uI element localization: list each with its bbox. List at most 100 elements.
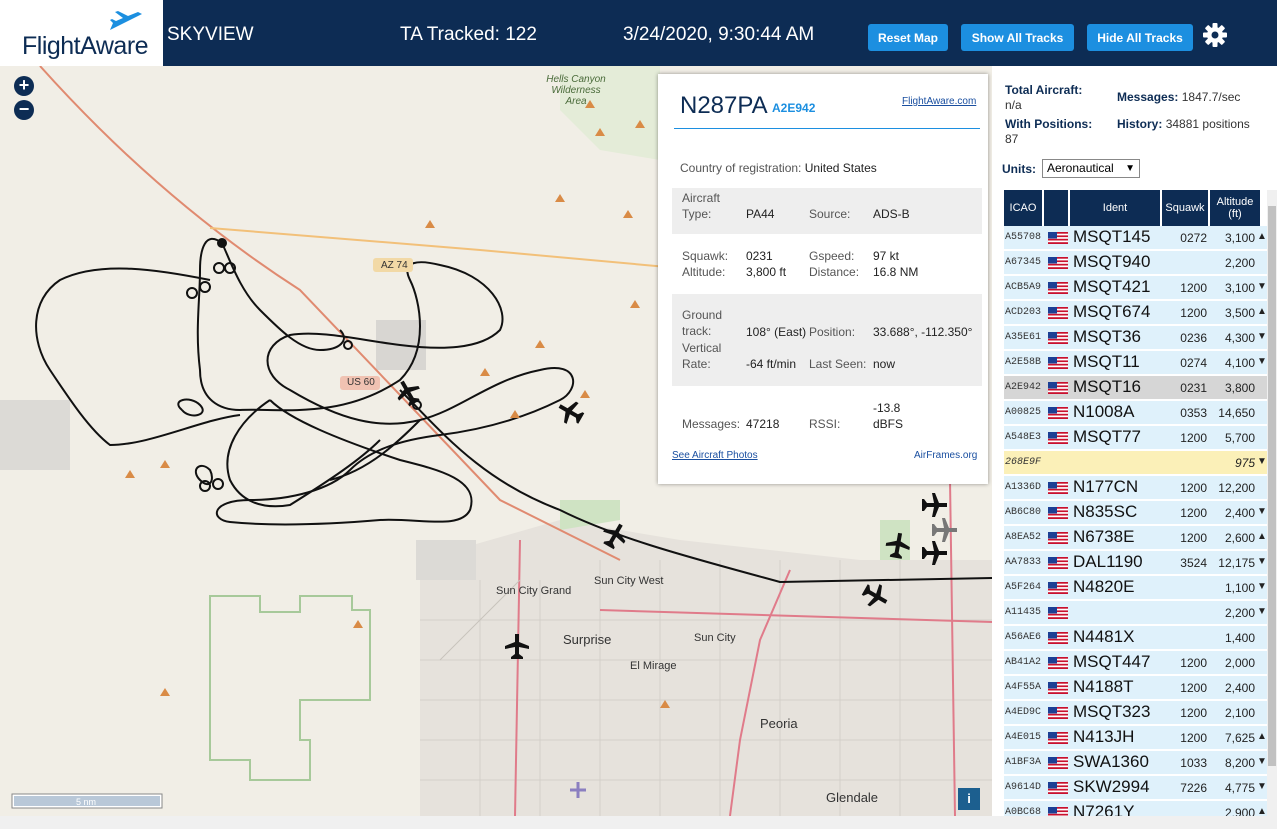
col-icao[interactable]: ICAO (1004, 190, 1042, 226)
skyview-app: FlightAware SKYVIEW TA Tracked: 122 3/24… (0, 0, 1277, 829)
col-squawk[interactable]: Squawk (1162, 190, 1208, 226)
vertical-rate-value: -64 ft/min (746, 357, 797, 371)
row-ident: N4820E (1073, 577, 1135, 596)
row-trend-arrow: ▲ (1257, 306, 1267, 317)
row-ident: N1008A (1073, 402, 1135, 421)
aircraft-type-label: Aircraft Type: (682, 191, 721, 221)
info-button[interactable]: i (958, 788, 980, 810)
row-squawk: 1200 (1180, 306, 1207, 320)
table-row[interactable]: AB6C80 N835SC 1200 2,400 ▼ (1004, 501, 1267, 525)
row-squawk: 0236 (1180, 331, 1207, 345)
row-altitude: 4,300 (1224, 331, 1255, 345)
us-flag-icon (1048, 682, 1068, 694)
table-row[interactable]: A8EA52 N6738E 1200 2,600 ▲ (1004, 526, 1267, 550)
table-row[interactable]: A9614D SKW2994 7226 4,775 ▼ (1004, 776, 1267, 800)
col-flag[interactable] (1044, 190, 1068, 226)
table-row[interactable]: A00825 N1008A 0353 14,650 (1004, 401, 1267, 425)
distance-value: 16.8 NM (873, 265, 919, 279)
table-row[interactable]: AB41A2 MSQT447 1200 2,000 (1004, 651, 1267, 675)
row-altitude: 2,400 (1224, 681, 1255, 695)
row-squawk: 0274 (1180, 356, 1207, 370)
gspeed-value: 97 kt (873, 249, 900, 263)
units-select[interactable]: Aeronautical ▼ (1042, 159, 1140, 178)
total-aircraft-label: Total Aircraft: (1005, 83, 1083, 97)
row-icao: A35E61 (1005, 332, 1042, 343)
table-row[interactable]: ACD203 MSQT674 1200 3,500 ▲ (1004, 301, 1267, 325)
altitude-value: 3,800 ft (746, 265, 787, 279)
map-label-us60: US 60 (347, 377, 375, 388)
table-row[interactable]: A35E61 MSQT36 0236 4,300 ▼ (1004, 326, 1267, 350)
table-row[interactable]: A2E942 MSQT16 0231 3,800 (1004, 376, 1267, 400)
row-ident: N177CN (1073, 477, 1139, 496)
row-squawk: 1200 (1180, 531, 1207, 545)
table-row[interactable]: AA7833 DAL1190 3524 12,175 ▼ (1004, 551, 1267, 575)
distance-label: Distance: (809, 265, 860, 279)
us-flag-icon (1048, 532, 1068, 544)
table-row[interactable]: A4E015 N413JH 1200 7,625 ▲ (1004, 726, 1267, 750)
airframes-link[interactable]: AirFrames.org (914, 450, 977, 461)
table-row[interactable]: A67345 MSQT940 2,200 (1004, 251, 1267, 275)
plane-logo-icon (110, 11, 142, 30)
ground-track-value: 108° (East) (746, 325, 807, 339)
row-icao: A548E3 (1005, 432, 1042, 443)
table-row[interactable]: A56AE6 N4481X 1,400 (1004, 626, 1267, 650)
table-row[interactable]: A11435 2,200 ▼ (1004, 601, 1267, 625)
col-ident[interactable]: Ident (1070, 190, 1160, 226)
row-icao: A8EA52 (1005, 532, 1042, 543)
ground-track-label: Ground track: (682, 308, 723, 338)
row-icao: AA7833 (1005, 557, 1042, 568)
show-all-tracks-button[interactable]: Show All Tracks (961, 24, 1074, 51)
tracked-count: TA Tracked: 122 (400, 24, 537, 45)
logo[interactable]: FlightAware (0, 0, 163, 66)
scrollbar-thumb[interactable] (1268, 206, 1276, 766)
row-altitude: 12,200 (1218, 481, 1255, 495)
table-row[interactable]: ACB5A9 MSQT421 1200 3,100 ▼ (1004, 276, 1267, 300)
map-label-sun-city: Sun City (694, 632, 736, 644)
table-row[interactable]: 268E9F 975 ▼ (1004, 451, 1267, 475)
horizontal-scrollbar[interactable] (0, 816, 1277, 829)
us-flag-icon (1048, 657, 1068, 669)
table-row[interactable]: A548E3 MSQT77 1200 5,700 (1004, 426, 1267, 450)
table-row[interactable]: A5F264 N4820E 1,100 ▼ (1004, 576, 1267, 600)
reset-map-button[interactable]: Reset Map (868, 24, 948, 51)
aircraft-photos-link[interactable]: See Aircraft Photos (672, 450, 758, 461)
hide-all-tracks-button[interactable]: Hide All Tracks (1087, 24, 1193, 51)
aircraft-popup: N287PA A2E942 FlightAware.com Country of… (658, 74, 988, 484)
logo-text: FlightAware (22, 32, 149, 60)
messages-value: 47218 (746, 417, 780, 431)
with-positions-value: 87 (1005, 132, 1019, 146)
table-row[interactable]: A2E58B MSQT11 0274 4,100 ▼ (1004, 351, 1267, 375)
table-row[interactable]: A4ED9C MSQT323 1200 2,100 (1004, 701, 1267, 725)
row-squawk: 1200 (1180, 656, 1207, 670)
table-row[interactable]: A1BF3A SWA1360 1033 8,200 ▼ (1004, 751, 1267, 775)
row-icao: A67345 (1005, 257, 1042, 268)
row-altitude: 2,600 (1224, 531, 1255, 545)
table-row[interactable]: A55708 MSQT145 0272 3,100 ▲ (1004, 226, 1267, 250)
zoom-out-button[interactable]: − (14, 100, 34, 120)
row-altitude: 1,100 (1224, 581, 1255, 595)
total-aircraft-value: n/a (1005, 98, 1022, 112)
gspeed-label: Gspeed: (809, 249, 855, 263)
row-ident: N4188T (1073, 677, 1134, 696)
squawk-label: Squawk: (682, 249, 729, 263)
row-ident: DAL1190 (1073, 552, 1143, 571)
row-trend-arrow: ▼ (1257, 456, 1267, 467)
gear-icon[interactable] (1202, 22, 1228, 48)
table-row[interactable]: A1336D N177CN 1200 12,200 (1004, 476, 1267, 500)
row-icao: ACB5A9 (1005, 282, 1042, 293)
row-icao: AB6C80 (1005, 507, 1042, 518)
map-label-hells-canyon: Hells Canyon Wilderness Area (546, 74, 606, 107)
row-icao: A11435 (1005, 607, 1042, 618)
header-bar: FlightAware SKYVIEW TA Tracked: 122 3/24… (0, 0, 1277, 66)
row-ident: MSQT16 (1073, 377, 1142, 396)
row-trend-arrow: ▼ (1257, 281, 1267, 292)
row-icao: A00825 (1005, 407, 1042, 418)
row-ident: SWA1360 (1073, 752, 1149, 771)
zoom-in-button[interactable]: + (14, 76, 34, 96)
table-row[interactable]: A4F55A N4188T 1200 2,400 (1004, 676, 1267, 700)
flightaware-link[interactable]: FlightAware.com (902, 96, 976, 107)
row-altitude: 3,100 (1224, 231, 1255, 245)
us-flag-icon (1048, 557, 1068, 569)
table-scrollbar[interactable] (1267, 190, 1277, 816)
col-altitude[interactable]: Altitude (ft) (1210, 190, 1260, 226)
